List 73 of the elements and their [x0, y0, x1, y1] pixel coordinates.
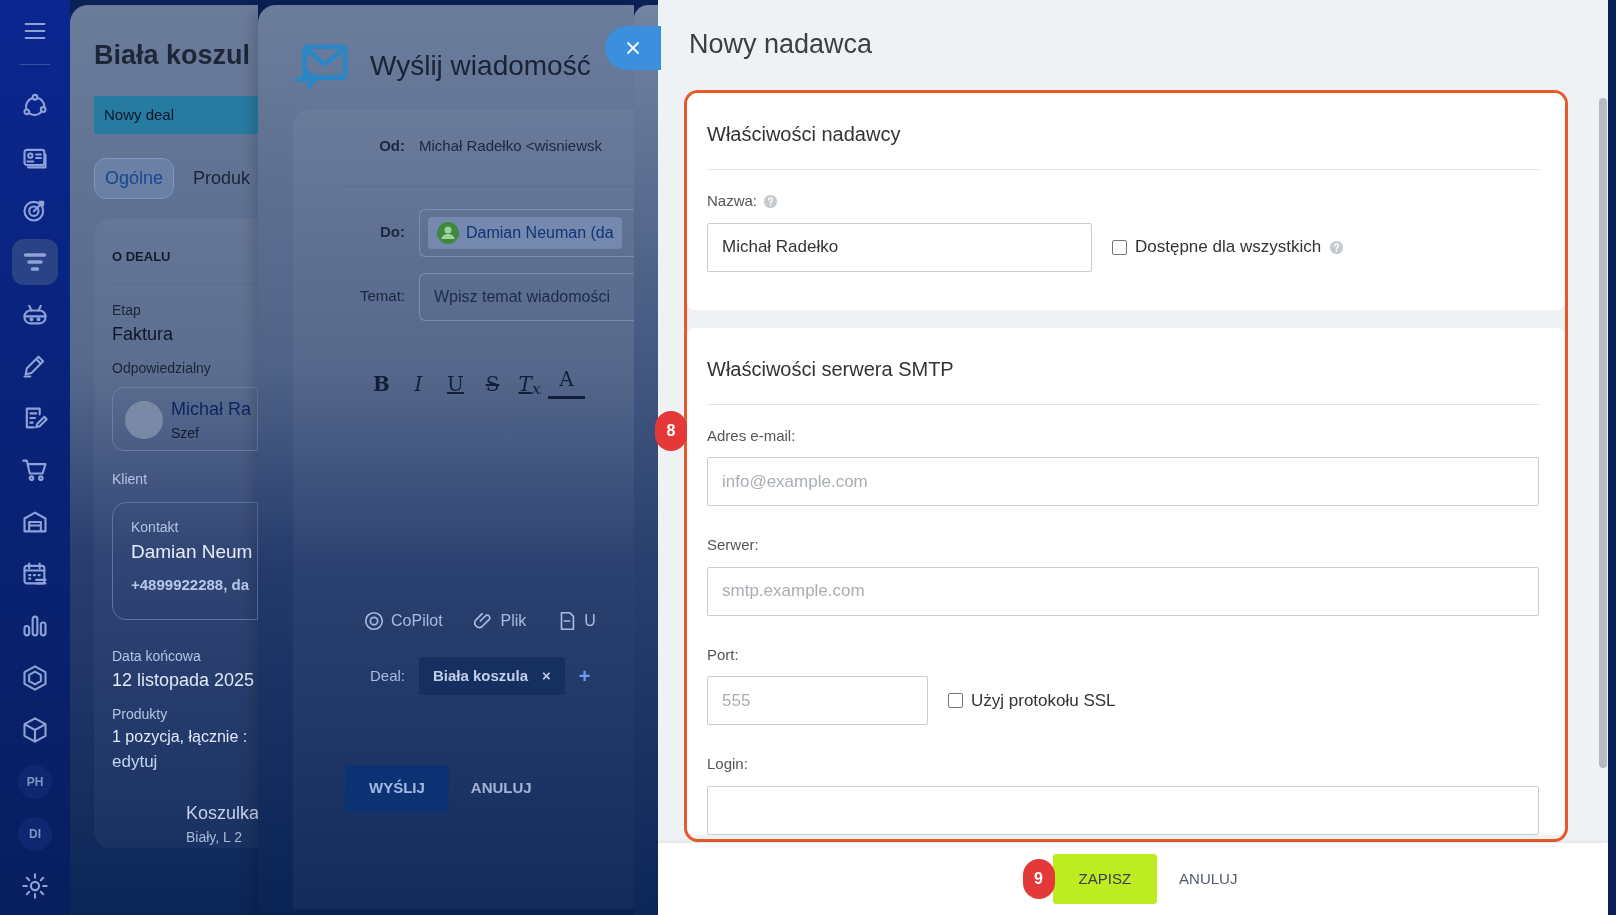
user-avatar[interactable]: PH	[18, 765, 52, 799]
field-label: Produkty	[112, 704, 169, 724]
stage-button[interactable]: Nowy deal	[94, 95, 258, 134]
section-title: Właściwości nadawcy	[707, 93, 1539, 170]
format-button[interactable]: T$_{x}$	[511, 368, 548, 399]
copilot-icon	[363, 609, 385, 632]
remove-button[interactable]: ×	[542, 664, 551, 687]
field-label: Port:	[707, 644, 739, 665]
tab[interactable]: Ogólne	[94, 158, 175, 199]
field-label: Temat:	[359, 286, 405, 307]
section-title: Właściwości serwera SMTP	[707, 327, 1539, 405]
field-label: Data końcowa	[112, 646, 202, 666]
checkbox-label[interactable]: Użyj protokołu SSL	[971, 687, 1116, 714]
field-label: Deal:	[368, 665, 405, 686]
user-avatar[interactable]: DI	[18, 817, 52, 851]
field-label: Od:	[378, 136, 405, 156]
format-button[interactable]: I	[400, 368, 437, 399]
format-button[interactable]: A	[548, 368, 585, 399]
cancel-button[interactable]: ANULUJ	[1173, 866, 1244, 892]
add-button[interactable]: +	[578, 660, 591, 691]
close-icon	[625, 40, 641, 56]
avatar-placeholder	[125, 400, 163, 439]
edit-link[interactable]: edytuj	[112, 748, 258, 774]
field-label: Login:	[707, 754, 748, 774]
products-summary: 1 pozycja, łącznie :	[112, 726, 249, 747]
field-value: 12 listopada 2025	[112, 668, 256, 692]
attach-button[interactable]: Plik	[472, 608, 527, 633]
checkbox-label[interactable]: Dostępne dla wszystkich	[1135, 234, 1322, 260]
recipient-field[interactable]: Damian Neuman (da	[419, 208, 634, 257]
name-field[interactable]: Michał Radełko	[707, 222, 1092, 272]
client-details: +4899922288, da	[131, 575, 251, 595]
person-name[interactable]: Michał Ra	[171, 395, 252, 423]
cube-icon	[21, 716, 49, 744]
step-marker: 9	[1022, 859, 1055, 899]
save-button[interactable]: ZAPISZ	[1052, 853, 1158, 905]
attach-button[interactable]: CoPilot	[363, 608, 443, 633]
field-label: Odpowiedzialny	[112, 358, 212, 378]
dialog-title: Wyślij wiadomość	[370, 49, 591, 83]
port-field[interactable]: 555	[707, 676, 928, 725]
checkbox[interactable]	[1112, 239, 1127, 255]
client-name[interactable]: Damian Neum	[131, 537, 257, 566]
hexagon-icon	[21, 664, 49, 692]
deal-chip[interactable]: Biała koszula ×	[419, 656, 565, 695]
server-field[interactable]: smtp.example.com	[707, 566, 1539, 616]
field-value: Faktura	[112, 322, 175, 346]
person-role: Szef	[171, 423, 200, 443]
field-label: Adres e-mail:	[707, 425, 796, 446]
field-label: Etap	[112, 300, 142, 320]
sender-value: Michał Radełko <wisniewsk	[419, 136, 602, 156]
recipient-chip[interactable]: Damian Neuman (da	[428, 216, 622, 249]
attach-button[interactable]: U	[556, 608, 596, 633]
product-details: Biały, L 2	[185, 828, 244, 847]
field-label: Klient	[112, 469, 149, 489]
format-button[interactable]: U	[437, 368, 474, 399]
field-label: Kontakt	[131, 517, 180, 537]
cancel-button[interactable]: ANULUJ	[464, 765, 538, 812]
field-label: Serwer:	[707, 535, 759, 555]
sidebar-item[interactable]	[12, 239, 58, 285]
close-button[interactable]	[605, 26, 661, 70]
field-label: Nazwa:	[707, 191, 758, 211]
person-icon	[436, 220, 460, 245]
envelope-arrow-icon	[294, 43, 350, 89]
format-button[interactable]: S	[474, 368, 511, 399]
deal-title: Biała koszul	[94, 39, 252, 72]
send-button[interactable]: WYŚLIJ	[345, 765, 449, 812]
tab[interactable]: Produk	[182, 158, 258, 199]
panel-title: Nowy nadawca	[689, 27, 873, 61]
login-field[interactable]	[707, 785, 1539, 835]
subject-field[interactable]: Wpisz temat wiadomości	[419, 272, 634, 321]
format-button[interactable]: B	[363, 368, 400, 399]
field-label: Do:	[379, 222, 405, 243]
checkbox[interactable]	[948, 693, 963, 708]
email-field[interactable]: info@example.com	[707, 457, 1539, 506]
